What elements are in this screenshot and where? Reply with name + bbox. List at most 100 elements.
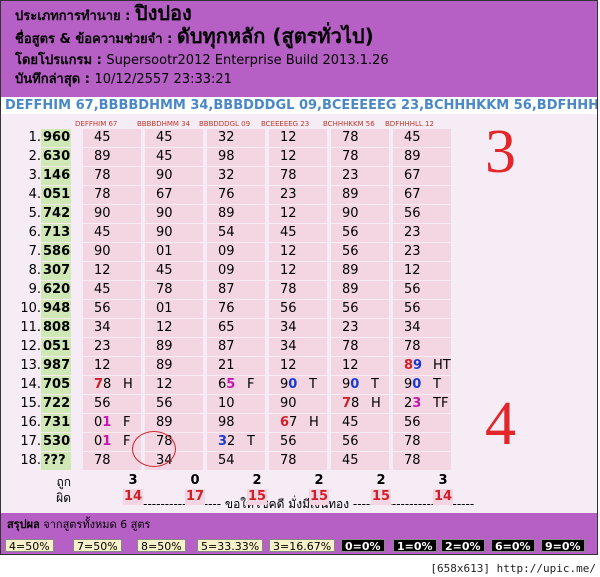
prediction-value: 23 — [331, 319, 371, 337]
digit: 2 — [227, 434, 236, 449]
prediction-value: 89 — [145, 357, 185, 375]
saved-value: 10/12/2557 23:33:21 — [94, 72, 232, 87]
table-row: 5. 742 90 90 89 12 90 56 — [17, 205, 451, 224]
digit: 5 — [226, 377, 236, 392]
prediction-mark — [123, 319, 141, 337]
prediction-mark — [433, 205, 451, 223]
prediction-mark — [309, 338, 327, 356]
prediction-mark: H — [309, 414, 327, 432]
prediction-value: 90 — [145, 205, 185, 223]
prediction-value: 45 — [145, 262, 185, 280]
row-index: 1. — [28, 130, 41, 145]
result-number: 960 — [41, 129, 71, 147]
prediction-value: 67 — [393, 186, 433, 204]
prediction-value: 78 — [393, 338, 433, 356]
prediction-value: 34 — [393, 319, 433, 337]
prediction-value: 78 — [145, 281, 185, 299]
hit-count: 2 — [252, 473, 262, 488]
prediction-mark — [123, 243, 141, 261]
prediction-mark — [247, 452, 265, 470]
prediction-value: 54 — [207, 452, 247, 470]
prediction-value: 45 — [145, 129, 185, 147]
prediction-value: 78 — [393, 452, 433, 470]
result-number: 630 — [41, 148, 71, 166]
prediction-mark — [371, 167, 389, 185]
header-panel: ประเภทการทำนาย : ปิงปอง ชื่อสูตร & ข้อคว… — [1, 1, 597, 97]
prediction-value: 45 — [83, 129, 123, 147]
digit: 7 — [342, 396, 352, 411]
prediction-value: 45 — [393, 129, 433, 147]
prediction-mark — [185, 148, 203, 166]
digit: 1 — [102, 415, 112, 430]
prediction-value: 01 — [83, 414, 123, 432]
table-row: 7. 586 90 01 09 12 56 23 — [17, 243, 451, 262]
prediction-value: 89 — [145, 338, 185, 356]
prediction-mark: T — [433, 376, 451, 394]
prediction-mark — [123, 148, 141, 166]
prediction-mark — [433, 319, 451, 337]
prediction-mark — [371, 338, 389, 356]
prediction-mark — [309, 319, 327, 337]
prediction-mark — [123, 262, 141, 280]
prediction-value: 67 — [269, 414, 309, 432]
prediction-value: 12 — [393, 262, 433, 280]
digit: 9 — [413, 358, 423, 373]
digit: 7 — [289, 415, 298, 430]
prediction-value: 89 — [145, 414, 185, 432]
table-row: 9. 620 45 78 87 78 89 56 — [17, 281, 451, 300]
table-row: 18.??? 78 34 54 78 45 78 — [17, 452, 451, 471]
prediction-mark — [433, 186, 451, 204]
prediction-mark — [123, 129, 141, 147]
prediction-mark — [185, 186, 203, 204]
prediction-value: 56 — [269, 433, 309, 451]
prediction-value: 56 — [393, 281, 433, 299]
result-number: 742 — [41, 205, 71, 223]
prediction-mark — [309, 395, 327, 413]
prediction-mark — [371, 186, 389, 204]
result-number: 948 — [41, 300, 71, 318]
prediction-value: 78 — [83, 376, 123, 394]
prediction-value: 56 — [393, 300, 433, 318]
digit: 6 — [280, 415, 290, 430]
prediction-mark: F — [123, 414, 141, 432]
prediction-value: 98 — [207, 414, 247, 432]
column-header: DEFFHIM 67 — [75, 120, 118, 128]
prediction-mark — [185, 243, 203, 261]
prediction-value: 89 — [393, 357, 433, 375]
prediction-mark — [185, 319, 203, 337]
formula-window: ประเภทการทำนาย : ปิงปอง ชื่อสูตร & ข้อคว… — [0, 0, 598, 555]
prediction-value: 23 — [393, 395, 433, 413]
prediction-mark — [309, 452, 327, 470]
prediction-value: 78 — [331, 129, 371, 147]
prediction-value: 54 — [207, 224, 247, 242]
prediction-value: 89 — [393, 148, 433, 166]
prediction-value: 56 — [331, 300, 371, 318]
prediction-mark: H — [123, 376, 141, 394]
program-value: Supersootr2012 Enterprise Build 2013.1.2… — [106, 53, 389, 68]
prediction-value: 12 — [269, 262, 309, 280]
table-row: 12. 051 23 89 87 34 78 78 — [17, 338, 451, 357]
prediction-mark — [185, 395, 203, 413]
prediction-value: 87 — [207, 281, 247, 299]
table-row: 4. 051 78 67 76 23 89 67 — [17, 186, 451, 205]
prediction-mark — [309, 186, 327, 204]
prediction-value: 89 — [331, 281, 371, 299]
prediction-value: 90 — [145, 224, 185, 242]
row-index: 7. — [28, 244, 41, 259]
summary-badge: 5=33.33% — [197, 539, 264, 553]
prediction-value: 12 — [269, 148, 309, 166]
prediction-value: 87 — [207, 338, 247, 356]
prediction-value: 90 — [83, 243, 123, 261]
row-index: 13. — [20, 358, 41, 373]
prediction-value: 32 — [207, 129, 247, 147]
result-number: 705 — [41, 376, 71, 394]
prediction-value: 12 — [83, 262, 123, 280]
result-number: 987 — [41, 357, 71, 375]
prediction-value: 56 — [393, 414, 433, 432]
prediction-mark — [309, 205, 327, 223]
table-row: 15. 722 56 56 10 90 78 H 23 TF — [17, 395, 451, 414]
row-index: 3. — [28, 168, 41, 183]
prediction-mark — [433, 433, 451, 451]
prediction-mark — [371, 205, 389, 223]
prediction-mark — [247, 243, 265, 261]
